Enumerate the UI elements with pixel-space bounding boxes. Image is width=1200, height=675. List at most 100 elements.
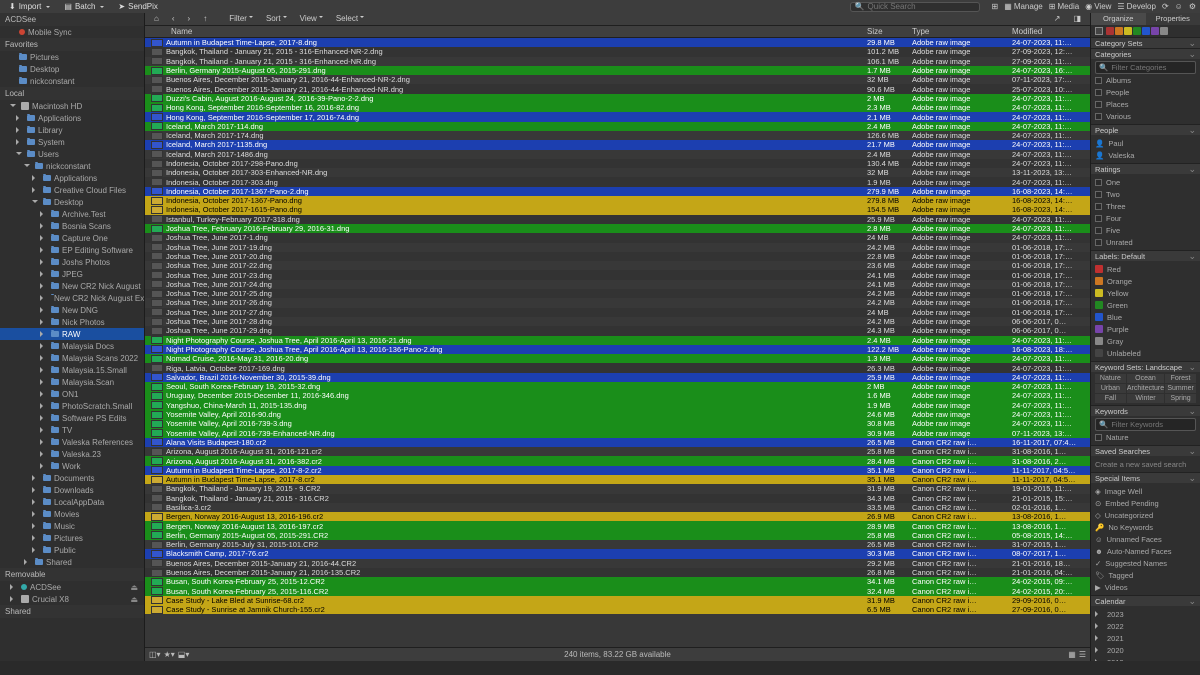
tree-item[interactable]: Crucial X8 ⏏ — [0, 593, 144, 605]
user-icon[interactable]: ☺ — [1175, 2, 1183, 11]
tree-item[interactable]: Library — [0, 124, 144, 136]
keyword-set-item[interactable]: Fall — [1095, 394, 1126, 403]
col-type[interactable]: Type — [912, 27, 1012, 36]
grid-view-icon[interactable]: ▦ — [1068, 650, 1076, 659]
checkbox[interactable] — [1095, 215, 1102, 222]
panel-item[interactable]: ◇Uncategorized — [1095, 509, 1196, 521]
section-people[interactable]: People⌄ — [1091, 124, 1200, 135]
section-ratings[interactable]: Ratings⌄ — [1091, 163, 1200, 174]
keyword-set-item[interactable]: Architecture — [1127, 384, 1164, 393]
tree-item[interactable]: Valeska.23 — [0, 448, 144, 460]
panel-item[interactable]: Purple — [1095, 323, 1196, 335]
apps-button[interactable]: ⊞ — [992, 2, 999, 11]
file-row[interactable]: Alana Visits Budapest-180.cr2 26.5 MB Ca… — [145, 438, 1090, 447]
panel-item[interactable]: Places — [1095, 98, 1196, 110]
file-row[interactable]: Case Study - Lake Bled at Sunrise-68.cr2… — [145, 596, 1090, 605]
tree-item[interactable]: Public — [0, 544, 144, 556]
file-row[interactable]: Buenos Aires, December 2015-January 21, … — [145, 75, 1090, 84]
file-row[interactable]: Arizona, August 2016-August 31, 2016-121… — [145, 447, 1090, 456]
keyword-set-item[interactable]: Forest — [1165, 374, 1196, 383]
file-row[interactable]: Seoul, South Korea-February 19, 2015-32.… — [145, 382, 1090, 391]
file-row[interactable]: Autumn in Budapest Time-Lapse, 2017-8.dn… — [145, 38, 1090, 47]
checkbox[interactable] — [1095, 203, 1102, 210]
file-row[interactable]: Yosemite Valley, April 2016-739-3.dng 30… — [145, 419, 1090, 428]
checkbox[interactable] — [1095, 101, 1102, 108]
tree-item[interactable]: Movies — [0, 508, 144, 520]
file-row[interactable]: Hong Kong, September 2016-September 16, … — [145, 103, 1090, 112]
mode-develop[interactable]: ☰Develop — [1117, 2, 1156, 11]
back-button[interactable]: ‹ — [167, 14, 180, 24]
file-row[interactable]: Joshua Tree, June 2017-25.dng 24.2 MB Ad… — [145, 289, 1090, 298]
keyword-set-item[interactable]: Nature — [1095, 374, 1126, 383]
file-row[interactable]: Berlin, Germany 2015-August 05, 2015-291… — [145, 531, 1090, 540]
panel-item[interactable]: 2023 — [1095, 608, 1196, 620]
tree-item[interactable]: Software PS Edits — [0, 412, 144, 424]
checkbox[interactable] — [1095, 239, 1102, 246]
quick-search-input[interactable]: 🔍Quick Search — [850, 2, 980, 12]
section-labels[interactable]: Labels: Default⌄ — [1091, 250, 1200, 261]
file-row[interactable]: Joshua Tree, June 2017-26.dng 24.2 MB Ad… — [145, 298, 1090, 307]
file-row[interactable]: Joshua Tree, June 2017-20.dng 22.8 MB Ad… — [145, 252, 1090, 261]
panel-item[interactable]: Yellow — [1095, 287, 1196, 299]
tree-item[interactable]: Malaysia Scans 2022 — [0, 352, 144, 364]
file-row[interactable]: Bangkok, Thailand - January 19, 2015 - 9… — [145, 484, 1090, 493]
tree-item[interactable]: Desktop — [0, 63, 144, 75]
keyword-set-item[interactable]: Ocean — [1127, 374, 1164, 383]
panel-item[interactable]: ✓Suggested Names — [1095, 557, 1196, 569]
file-row[interactable]: Arizona, August 2016-August 31, 2016-382… — [145, 456, 1090, 465]
file-row[interactable]: Joshua Tree, June 2017-19.dng 24.2 MB Ad… — [145, 243, 1090, 252]
tree-item[interactable]: Downloads — [0, 484, 144, 496]
tree-item[interactable]: JPEG — [0, 268, 144, 280]
rating-icon[interactable]: ★▾ — [164, 650, 175, 659]
panel-item[interactable]: ▶Videos — [1095, 581, 1196, 593]
tree-item[interactable]: Joshs Photos — [0, 256, 144, 268]
file-row[interactable]: Autumn in Budapest Time-Lapse, 2017-8-2.… — [145, 466, 1090, 475]
file-row[interactable]: Indonesia, October 2017-1367-Pano-2.dng … — [145, 187, 1090, 196]
panel-item[interactable]: 2021 — [1095, 632, 1196, 644]
sidebar-toggle-icon[interactable]: ◨ — [1068, 14, 1086, 24]
panel-item[interactable]: People — [1095, 86, 1196, 98]
tree-item[interactable]: Users — [0, 148, 144, 160]
file-list[interactable]: Autumn in Budapest Time-Lapse, 2017-8.dn… — [145, 38, 1090, 647]
checkbox[interactable] — [1095, 191, 1102, 198]
panel-item[interactable]: 👤Paul — [1095, 137, 1196, 149]
tree-item[interactable]: System — [0, 136, 144, 148]
tree-item[interactable]: New DNG — [0, 304, 144, 316]
file-row[interactable]: Joshua Tree, June 2017-24.dng 24.1 MB Ad… — [145, 280, 1090, 289]
filter-categories-input[interactable]: 🔍Filter Categories — [1095, 61, 1196, 74]
tree-item[interactable]: nickconstant — [0, 160, 144, 172]
section-category-sets[interactable]: Category Sets⌄ — [1091, 37, 1200, 48]
tree-item[interactable]: Shared — [0, 556, 144, 568]
section-keywords[interactable]: Keywords⌄ — [1091, 405, 1200, 416]
checkbox[interactable] — [1095, 89, 1102, 96]
tree-item[interactable]: Pictures — [0, 51, 144, 63]
file-row[interactable]: Busan, South Korea-February 25, 2015-116… — [145, 587, 1090, 596]
panel-item[interactable]: Green — [1095, 299, 1196, 311]
keyword-set-item[interactable]: Summer — [1165, 384, 1196, 393]
select-button[interactable]: Select — [331, 14, 369, 24]
tree-item[interactable]: Malaysia.15.Small — [0, 364, 144, 376]
panel-item[interactable]: 👤Valeska — [1095, 149, 1196, 161]
panel-item[interactable]: ◈Image Well — [1095, 485, 1196, 497]
tree-item[interactable]: Capture One — [0, 232, 144, 244]
tree-item[interactable]: nickconstant — [0, 75, 144, 87]
tree-item[interactable]: Documents — [0, 472, 144, 484]
tree-item[interactable]: New CR2 Nick August Extra — [0, 292, 144, 304]
tree-item[interactable]: TV — [0, 424, 144, 436]
file-row[interactable]: Indonesia, October 2017-303-Enhanced-NR.… — [145, 168, 1090, 177]
swatch-green[interactable] — [1133, 27, 1141, 35]
import-button[interactable]: ⬇Import — [4, 1, 55, 12]
checkbox[interactable] — [1095, 434, 1102, 441]
file-row[interactable]: Bergen, Norway 2016-August 13, 2016-196.… — [145, 512, 1090, 521]
file-row[interactable]: Buenos Aires, December 2015-January 21, … — [145, 568, 1090, 577]
panel-item[interactable]: One — [1095, 176, 1196, 188]
file-row[interactable]: Istanbul, Turkey-February 2017-318.dng 2… — [145, 215, 1090, 224]
tree-item[interactable]: Applications — [0, 112, 144, 124]
file-row[interactable]: Joshua Tree, June 2017-1.dng 24 MB Adobe… — [145, 233, 1090, 242]
tree-item[interactable]: ACDSee ⏏ — [0, 581, 144, 593]
swatch-orange[interactable] — [1115, 27, 1123, 35]
file-row[interactable]: Case Study - Sunrise at Jamnik Church-15… — [145, 605, 1090, 614]
file-row[interactable]: Uruguay, December 2015-December 11, 2016… — [145, 391, 1090, 400]
checkbox[interactable] — [1095, 179, 1102, 186]
tree-item[interactable]: Nick Photos — [0, 316, 144, 328]
